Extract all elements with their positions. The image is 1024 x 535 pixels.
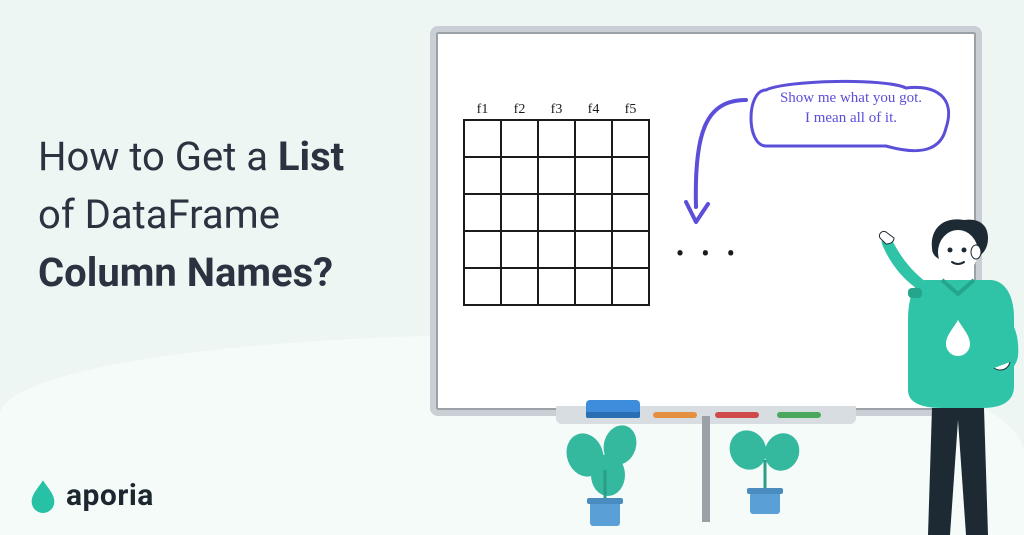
page-title: How to Get a List of DataFrame Column Na… (38, 128, 418, 302)
plant-icon (560, 420, 650, 530)
col-label: f5 (612, 102, 649, 118)
dataframe-grid (464, 120, 649, 305)
plant-icon (720, 420, 810, 520)
aporia-droplet-icon (28, 479, 58, 513)
col-label: f4 (575, 102, 612, 118)
col-label: f2 (501, 102, 538, 118)
eraser-icon (586, 400, 640, 418)
speech-bubble-text: Show me what you got. I mean all of it. (756, 88, 946, 129)
brand-name: aporia (66, 478, 154, 513)
dataframe-sketch: f1 f2 f3 f4 f5 (464, 102, 649, 305)
speech-line-1: Show me what you got. (780, 90, 922, 106)
column-headers: f1 f2 f3 f4 f5 (464, 102, 649, 118)
col-label: f1 (464, 102, 501, 118)
title-bold1: List (278, 133, 344, 180)
person-illustration (872, 210, 1024, 535)
title-part2: of DataFrame (38, 191, 280, 238)
brand-logo: aporia (28, 478, 154, 513)
whiteboard-stand (702, 416, 710, 522)
speech-line-2: I mean all of it. (805, 110, 897, 126)
marker-icon (653, 412, 697, 418)
col-label: f3 (538, 102, 575, 118)
title-bold2: Column Names? (38, 249, 333, 296)
ellipsis-icon: • • • (676, 242, 741, 267)
title-part1: How to Get a (38, 133, 278, 180)
marker-icon (715, 412, 759, 418)
marker-icon (777, 412, 821, 418)
arrow-icon (676, 92, 756, 242)
